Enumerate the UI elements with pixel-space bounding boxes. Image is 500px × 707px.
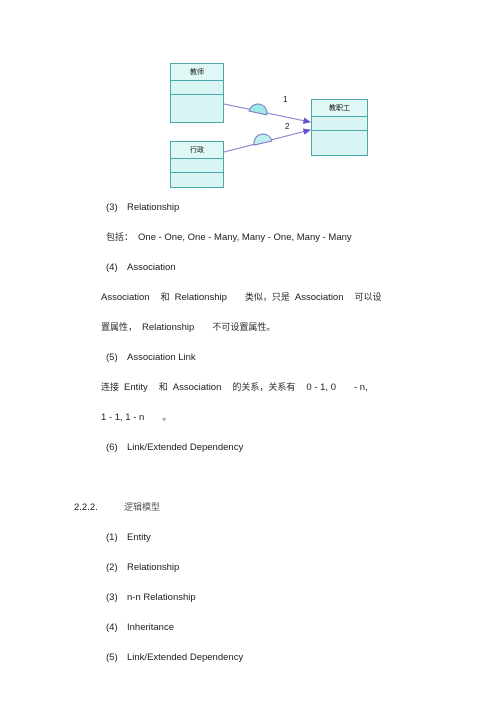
relationship-note-prefix: 包括： <box>106 233 134 243</box>
association-note-term-3: Association <box>294 292 344 303</box>
list-item-label: Entity <box>127 532 151 543</box>
uml-class-staff-row <box>312 117 367 131</box>
list-item-label: Inheritance <box>127 622 175 633</box>
list-item-number: (3) <box>106 202 118 213</box>
list-item-relationship: (3) Relationship <box>0 193 500 223</box>
uml-class-diagram: 教师 行政 教职工 1 2 <box>0 0 500 200</box>
association-note-term-2: Relationship <box>174 292 227 303</box>
association-link-note-line-1: 连接 Entity 和 Association 的关系，关系有 0 - 1, 0 - n, <box>0 373 500 403</box>
uml-class-admin-title: 行政 <box>171 142 223 159</box>
semicircle-icon-lower <box>253 133 273 146</box>
uml-class-admin: 行政 <box>170 141 224 188</box>
association-note-term-1: Association <box>101 292 150 303</box>
multiplicity-label-2: 2 <box>285 122 290 131</box>
list-item-number: (2) <box>106 562 118 573</box>
list-item-number: (3) <box>106 592 118 603</box>
list-item-number: (1) <box>106 532 118 543</box>
relationship-note-values: One - One, One - Many, Many - One, Many … <box>138 232 352 243</box>
list-item-label: Link/Extended Dependency <box>127 652 244 663</box>
association-link-cardinality-2: - n, <box>353 382 368 393</box>
list-item-label: Relationship <box>127 562 180 573</box>
association-note-conj-1: 和 <box>160 293 170 303</box>
list-item-association-link: (5) Association Link <box>0 343 500 373</box>
semicircle-icon-upper <box>248 103 268 116</box>
uml-class-teacher: 教师 <box>170 63 224 123</box>
diagram-connectors <box>223 103 312 153</box>
list-item-number: (5) <box>106 652 118 663</box>
association-note-line-1: Association 和 Relationship 类似，只是 Association… <box>0 283 500 313</box>
uml-class-admin-row <box>171 173 223 187</box>
association-link-cardinality-1: 0 - 1, 0 <box>306 382 336 393</box>
uml-class-staff: 教职工 <box>311 99 368 156</box>
association-note-text-1: 类似，只是 <box>244 293 290 303</box>
list-item-label: n-n Relationship <box>127 592 196 603</box>
association-link-cardinality-3: 1 - 1, 1 - n <box>101 412 145 423</box>
list-item-label: Link/Extended Dependency <box>127 442 244 453</box>
document-page: 教师 行政 教职工 1 2 (3) Relationship 包括： One - O… <box>0 0 500 707</box>
document-body: (3) Relationship 包括： One - One, One - Many… <box>0 193 500 673</box>
association-note-line-2: 置属性， Relationship 不可设置属性。 <box>0 313 500 343</box>
list-item-inheritance: (4) Inheritance <box>0 613 500 643</box>
list-item-link-extended-dependency: (6) Link/Extended Dependency <box>0 433 500 463</box>
uml-class-teacher-title: 教师 <box>171 64 223 81</box>
uml-class-staff-title: 教职工 <box>312 100 367 117</box>
list-item-label: Association Link <box>127 352 196 363</box>
list-item-number: (6) <box>106 442 118 453</box>
list-item-number: (4) <box>106 622 118 633</box>
relationship-note: 包括： One - One, One - Many, Many - One, Ma… <box>0 223 500 253</box>
list-item-relationship-2: (2) Relationship <box>0 553 500 583</box>
list-item-entity: (1) Entity <box>0 523 500 553</box>
association-note-text-3: 置属性， <box>101 323 138 333</box>
association-link-note-line-2: 1 - 1, 1 - n 。 <box>0 403 500 433</box>
association-link-note-conj: 和 <box>158 383 168 393</box>
list-item-label: Relationship <box>127 202 180 213</box>
association-note-text-2: 可以设 <box>354 293 382 303</box>
list-item-label: Association <box>127 262 176 273</box>
association-link-note-term-2: Association <box>172 382 222 393</box>
section-title: 逻辑模型 <box>124 503 161 513</box>
list-item-number: (4) <box>106 262 118 273</box>
uml-class-admin-row <box>171 159 223 173</box>
uml-class-teacher-row <box>171 81 223 95</box>
list-item-association: (4) Association <box>0 253 500 283</box>
section-number: 2.2.2. <box>74 502 98 513</box>
section-heading-logical-model: 2.2.2. 逻辑模型 <box>0 493 500 523</box>
association-link-note-term-1: Entity <box>124 382 148 393</box>
uml-class-staff-row <box>312 131 367 145</box>
association-note-term-4: Relationship <box>142 322 195 333</box>
association-note-text-4: 不可设置属性。 <box>212 323 276 333</box>
list-item-nn-relationship: (3) n-n Relationship <box>0 583 500 613</box>
association-link-note-text-1: 连接 <box>101 383 120 393</box>
list-item-link-extended-dependency-2: (5) Link/Extended Dependency <box>0 643 500 673</box>
list-item-number: (5) <box>106 352 118 363</box>
multiplicity-label-1: 1 <box>283 95 288 104</box>
association-link-note-text-2: 的关系，关系有 <box>232 383 296 393</box>
association-link-note-period: 。 <box>162 413 172 423</box>
uml-class-teacher-row <box>171 95 223 109</box>
